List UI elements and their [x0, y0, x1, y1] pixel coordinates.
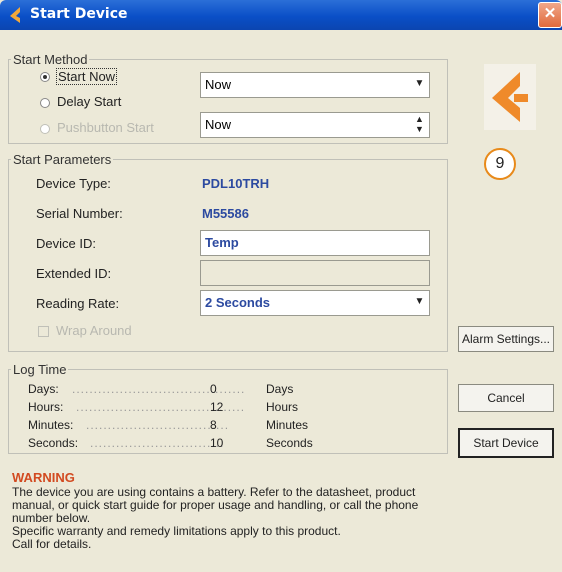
start-device-dialog: Start Device ✕ Start Method Start Now De… — [0, 0, 562, 572]
start-device-label: Start Device — [473, 436, 539, 450]
device-type-value: PDL10TRH — [202, 176, 270, 191]
start-time-combo[interactable]: Now ▼ — [200, 72, 430, 98]
log-hours-label: Hours: — [28, 400, 64, 414]
log-days-label: Days: — [28, 382, 59, 396]
log-hours-value: 12 — [210, 400, 224, 414]
start-now-radio[interactable] — [40, 72, 50, 82]
log-minutes-value: 8 — [210, 418, 217, 432]
start-method-legend: Start Method — [13, 52, 88, 67]
chevron-down-icon[interactable]: ▼ — [413, 295, 426, 309]
pushbutton-start-radio — [40, 124, 50, 134]
log-seconds-value: 10 — [210, 436, 224, 450]
pushbutton-start-label: Pushbutton Start — [57, 120, 154, 135]
warning-text: The device you are using contains a batt… — [12, 486, 452, 551]
extended-id-label: Extended ID: — [36, 266, 112, 281]
start-time-spinner-value: Now — [205, 117, 232, 132]
alarm-settings-label: Alarm Settings... — [461, 332, 551, 346]
warning-title: WARNING — [12, 470, 75, 485]
spinner-arrows-icon[interactable]: ▲ ▼ — [413, 114, 426, 134]
wrap-around-checkbox — [38, 326, 49, 337]
log-minutes-label: Minutes: — [28, 418, 74, 432]
device-id-input[interactable]: Temp — [200, 230, 430, 256]
log-seconds-label: Seconds: — [28, 436, 79, 450]
reading-rate-combo[interactable]: 2 Seconds ▼ — [200, 290, 430, 316]
log-days-unit: Days — [266, 382, 294, 396]
log-time-legend: Log Time — [13, 362, 67, 377]
cancel-button[interactable]: Cancel — [458, 384, 554, 412]
warning-call-line: Call for details. — [12, 537, 92, 551]
serial-number-value: M55586 — [202, 206, 249, 221]
log-hours-unit: Hours — [266, 400, 299, 414]
serial-number-label: Serial Number: — [36, 206, 123, 221]
logo-arrow-icon — [492, 72, 528, 122]
log-minutes-unit: Minutes — [266, 418, 309, 432]
log-seconds-unit: Seconds — [266, 436, 313, 450]
start-time-value: Now — [205, 77, 232, 92]
device-id-label: Device ID: — [36, 236, 96, 251]
warning-body: The device you are using contains a batt… — [12, 485, 419, 525]
close-button[interactable]: ✕ — [538, 2, 562, 28]
leader-dots: ........................................ — [72, 382, 246, 396]
cancel-label: Cancel — [487, 391, 525, 405]
delay-start-label[interactable]: Delay Start — [57, 94, 121, 109]
device-id-value: Temp — [205, 235, 239, 250]
window-title: Start Device — [30, 6, 128, 22]
reading-rate-label: Reading Rate: — [36, 296, 120, 311]
alarm-settings-button[interactable]: Alarm Settings... — [458, 326, 554, 352]
delay-start-radio[interactable] — [40, 98, 50, 108]
app-logo — [484, 64, 536, 130]
chevron-down-icon[interactable]: ▼ — [413, 77, 426, 91]
leader-dots: ............................... — [90, 436, 225, 450]
wrap-around-label: Wrap Around — [56, 323, 132, 338]
log-days-value: 0 — [210, 382, 217, 396]
leader-dots: ................................. — [86, 418, 230, 432]
start-time-spinner[interactable]: Now ▲ ▼ — [200, 112, 430, 138]
step-number-badge: 9 — [484, 148, 516, 180]
extended-id-input — [200, 260, 430, 286]
reading-rate-value: 2 Seconds — [205, 295, 271, 310]
app-logo-icon — [10, 7, 20, 23]
start-now-label[interactable]: Start Now — [56, 68, 118, 85]
start-parameters-legend: Start Parameters — [13, 152, 112, 167]
start-device-button[interactable]: Start Device — [458, 428, 554, 458]
device-type-label: Device Type: — [36, 176, 111, 191]
title-bar[interactable]: Start Device ✕ — [0, 0, 562, 30]
